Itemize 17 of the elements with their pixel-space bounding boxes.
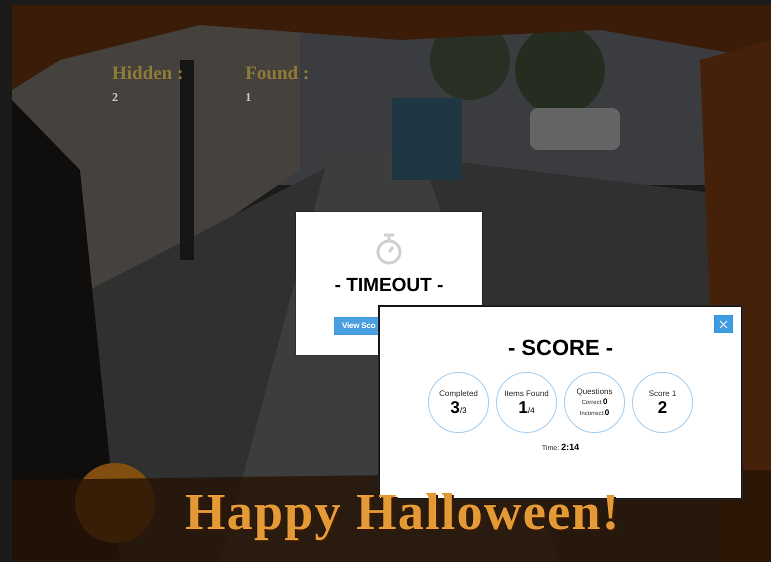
- hud-label: Found :: [245, 64, 310, 83]
- dialog-title: - SCORE -: [508, 337, 614, 359]
- dialog-title: - TIMEOUT -: [334, 276, 444, 295]
- stat-value: 3/3: [450, 399, 467, 416]
- stat-label: Score 1: [648, 389, 676, 399]
- stat-label: Questions: [576, 386, 613, 396]
- stopwatch-icon: [374, 232, 404, 266]
- close-button[interactable]: [714, 315, 733, 333]
- hud-value: 2: [112, 91, 119, 103]
- hud-label: Hidden :: [112, 64, 184, 83]
- stat-label: Items Found: [504, 389, 549, 399]
- close-icon: [717, 318, 730, 330]
- stat-label: Completed: [439, 389, 478, 399]
- stat-value: 2: [658, 399, 668, 416]
- stat-value: 1/4: [518, 399, 535, 416]
- banner-title: Happy Halloween!: [185, 487, 620, 539]
- hud-value: 1: [245, 91, 252, 103]
